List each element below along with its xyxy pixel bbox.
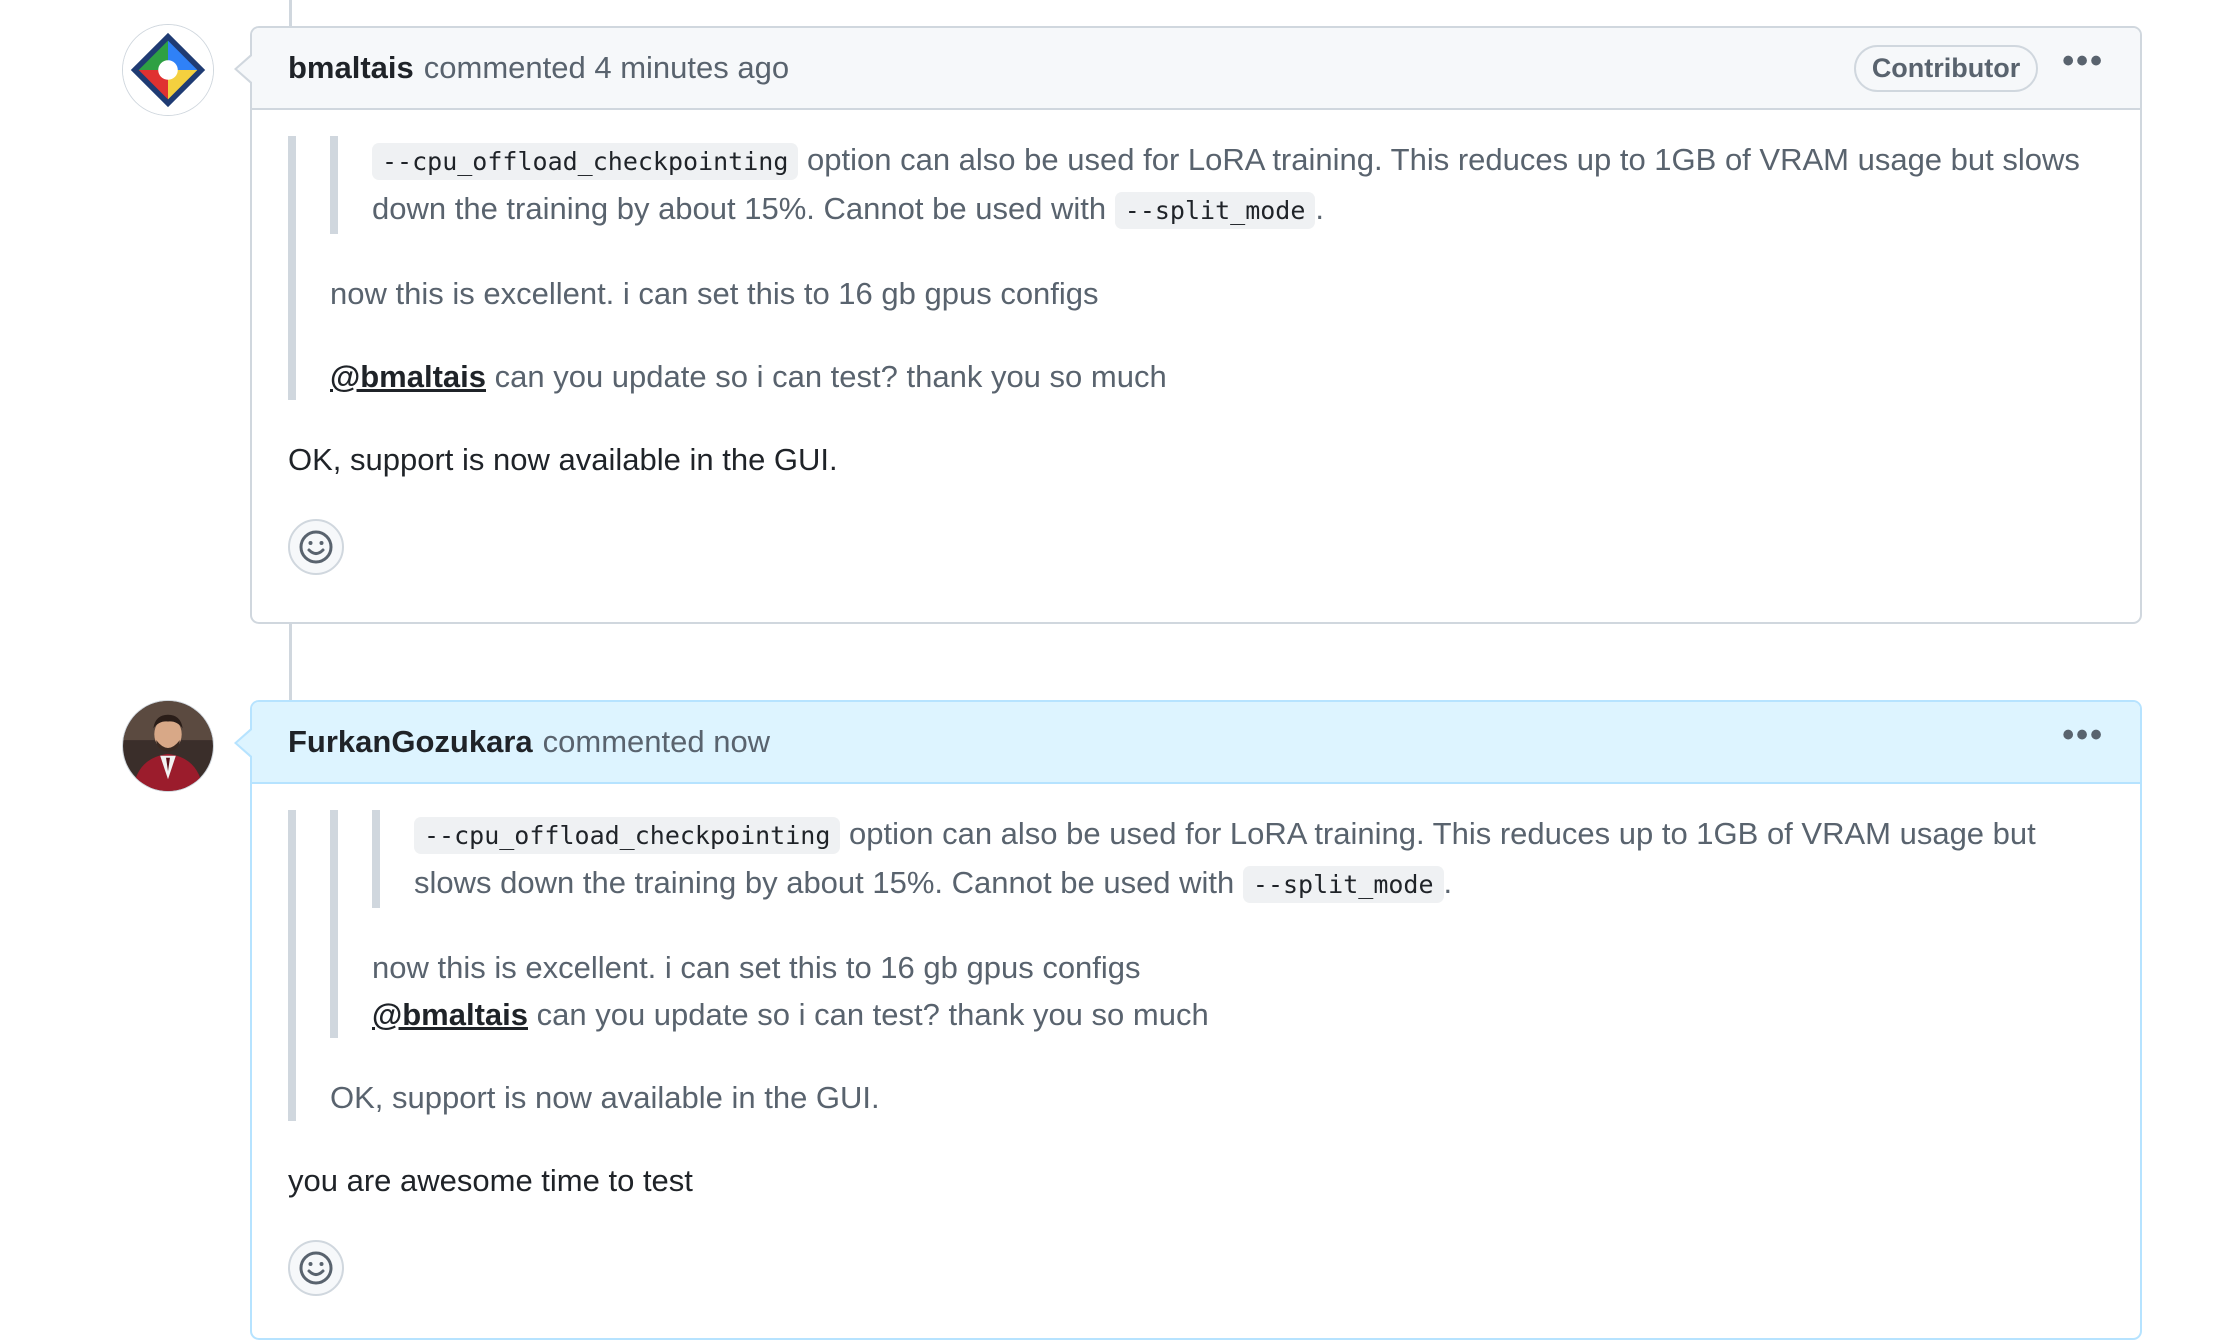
contributor-badge: Contributor — [1853, 44, 2039, 92]
code-split-mode: --split_mode — [1242, 866, 1444, 903]
comment-bmaltais: bmaltais commented 4 minutes ago Contrib… — [234, 26, 2142, 624]
double-nested-quote: --cpu_offload_checkpointing option can a… — [372, 810, 2104, 908]
smiley-icon — [299, 530, 333, 564]
comment-caret-fill — [237, 729, 253, 757]
nested-quote: --cpu_offload_checkpointing option can a… — [330, 136, 2104, 234]
mention-link[interactable]: @bmaltais — [372, 997, 528, 1032]
nested-quote-text: --cpu_offload_checkpointing option can a… — [372, 136, 2104, 234]
quote-line: now this is excellent. i can set this to… — [330, 276, 1099, 311]
avatar-furkangozukara[interactable] — [122, 700, 214, 792]
code-cpu-offload: --cpu_offload_checkpointing — [372, 143, 799, 180]
mention-link[interactable]: @bmaltais — [330, 359, 486, 394]
nested-quote-lines: now this is excellent. i can set this to… — [372, 944, 2104, 1038]
comment-header-actions: ••• — [2062, 718, 2104, 766]
quote-mention-line: @bmaltais can you update so i can test? … — [330, 353, 2104, 400]
bmaltais-avatar-image — [123, 25, 213, 115]
comment-header: bmaltais commented 4 minutes ago Contrib… — [234, 28, 2140, 110]
add-reaction-button[interactable] — [288, 519, 344, 575]
comment-text: OK, support is now available in the GUI. — [288, 442, 838, 477]
comment-body: --cpu_offload_checkpointing option can a… — [252, 110, 2140, 575]
nested-quote: --cpu_offload_checkpointing option can a… — [330, 810, 2104, 1038]
smiley-icon — [299, 1251, 333, 1285]
quote-line-support: OK, support is now available in the GUI. — [330, 1080, 880, 1115]
comment-author-link[interactable]: bmaltais — [288, 50, 414, 86]
code-cpu-offload: --cpu_offload_checkpointing — [414, 817, 841, 854]
nested-quote-period: . — [1315, 191, 1325, 226]
comment-caret-fill — [237, 55, 253, 83]
furkangozukara-avatar-image — [123, 701, 213, 791]
quote-reply: --cpu_offload_checkpointing option can a… — [288, 136, 2104, 400]
comment-timestamp[interactable]: commented now — [543, 724, 770, 760]
add-reaction-button[interactable] — [288, 1240, 344, 1296]
nested-quote-period: . — [1443, 865, 1453, 900]
quote-mention-text: can you update so i can test? thank you … — [528, 997, 1209, 1032]
comment-furkangozukara: FurkanGozukara commented now ••• --cpu_o… — [234, 700, 2142, 1340]
quote-reply: --cpu_offload_checkpointing option can a… — [288, 810, 2104, 1121]
comment-timestamp[interactable]: commented 4 minutes ago — [424, 50, 789, 86]
avatar-bmaltais[interactable] — [122, 24, 214, 116]
comment-header: FurkanGozukara commented now ••• — [234, 702, 2140, 784]
quote-mention-text: can you update so i can test? thank you … — [486, 359, 1167, 394]
comment-options-kebab-icon[interactable]: ••• — [2062, 718, 2104, 766]
code-split-mode: --split_mode — [1114, 192, 1316, 229]
double-nested-quote-text: --cpu_offload_checkpointing option can a… — [414, 810, 2104, 908]
comment-body: --cpu_offload_checkpointing option can a… — [252, 784, 2140, 1296]
quote-line: now this is excellent. i can set this to… — [372, 950, 1141, 985]
comment-author-link[interactable]: FurkanGozukara — [288, 724, 533, 760]
comment-text: you are awesome time to test — [288, 1163, 693, 1198]
comment-header-actions: Contributor ••• — [1853, 44, 2104, 92]
timeline-line-middle — [289, 624, 292, 700]
comment-options-kebab-icon[interactable]: ••• — [2062, 44, 2104, 92]
timeline-line-top — [289, 0, 292, 26]
